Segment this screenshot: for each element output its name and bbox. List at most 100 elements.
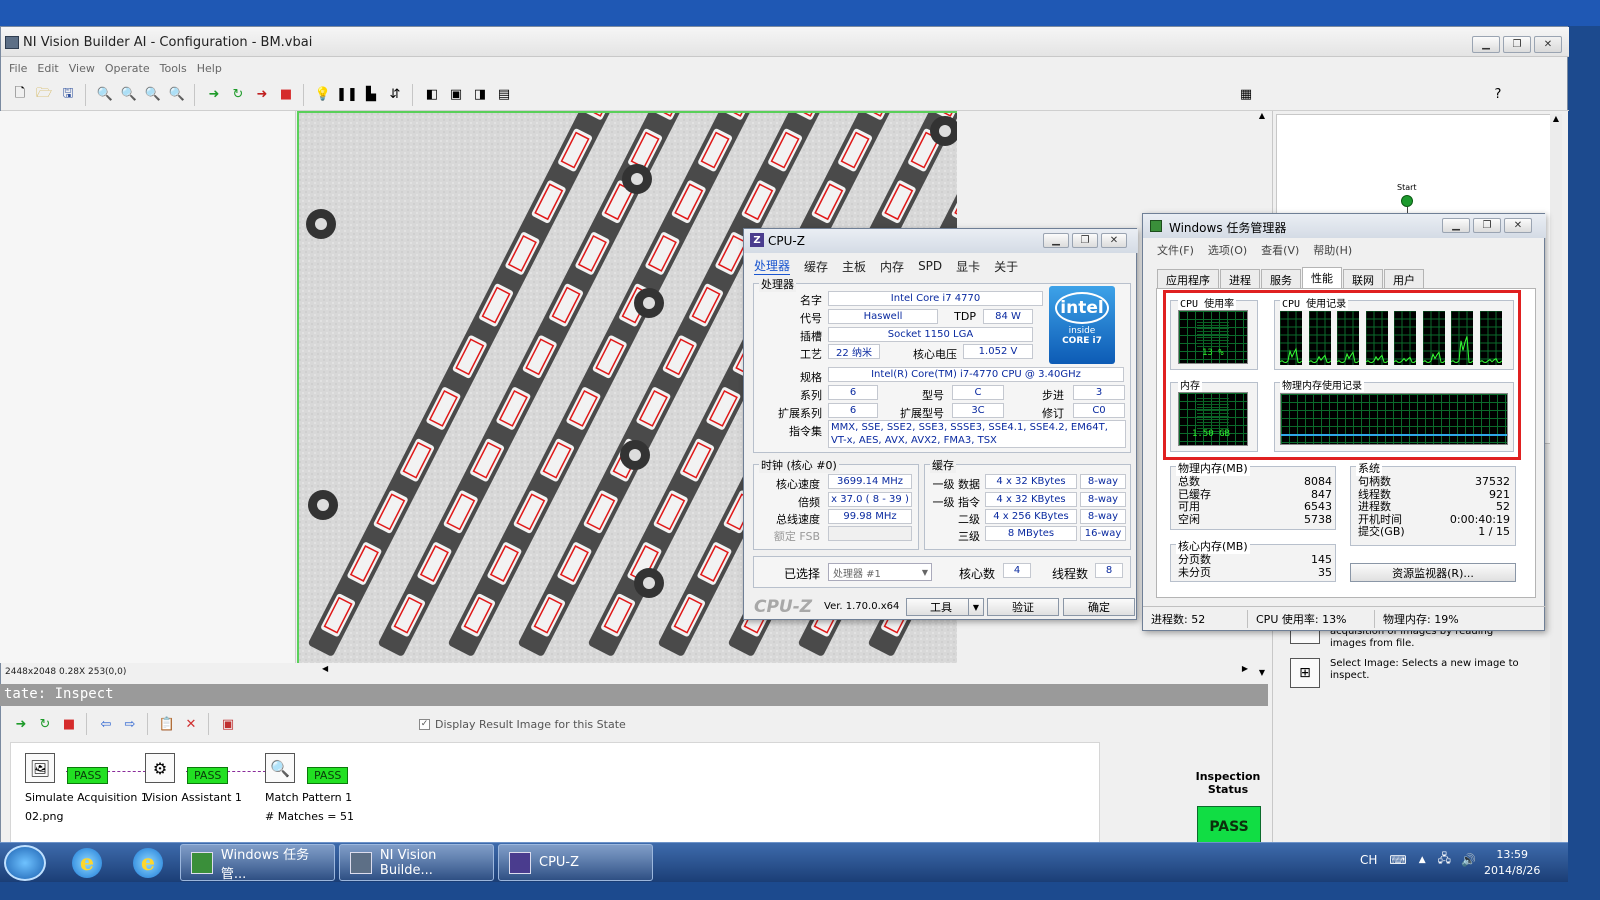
internet-explorer-icon[interactable]: e (72, 848, 102, 878)
internet-explorer-icon[interactable]: e (133, 848, 163, 878)
menu-help[interactable]: 帮助(H) (1313, 242, 1352, 258)
step-vision-assistant[interactable]: ⚙ PASS Vision Assistant 1 (145, 753, 242, 804)
scroll-left-icon[interactable]: ◀ (322, 664, 328, 673)
maximize-button[interactable]: ❐ (1473, 218, 1501, 233)
stop-icon[interactable]: ■ (275, 84, 297, 106)
histogram-icon[interactable]: ▙ (360, 84, 382, 106)
tab-mainboard[interactable]: 主板 (842, 258, 866, 275)
network-icon[interactable]: 🖧 (1438, 849, 1451, 870)
tab-services[interactable]: 服务 (1261, 268, 1301, 288)
close-button[interactable]: ✕ (1534, 35, 1562, 53)
menu-view[interactable]: View (69, 62, 95, 75)
display-result-checkbox[interactable]: ✓ Display Result Image for this State (419, 718, 626, 731)
zoom-1to1-icon[interactable]: 🔍 (142, 84, 164, 106)
l1-inst-value: 4 x 32 KBytes (985, 492, 1077, 507)
menu-file[interactable]: File (9, 62, 27, 75)
tab-processor[interactable]: 处理器 (754, 257, 791, 275)
task-manager-statusbar: 进程数: 52 CPU 使用率: 13% 物理内存: 19% (1143, 606, 1546, 630)
open-folder-icon[interactable]: 🗁 (33, 84, 55, 106)
scroll-up-icon[interactable]: ▲ (1550, 114, 1562, 123)
step-settings-icon[interactable]: ▣ (217, 713, 239, 735)
menu-view[interactable]: 查看(V) (1261, 242, 1299, 258)
save-icon[interactable]: 🖫 (57, 84, 79, 106)
tab-performance[interactable]: 性能 (1302, 266, 1342, 288)
scroll-up-icon[interactable]: ▲ (1256, 111, 1268, 120)
close-button[interactable]: ✕ (1504, 218, 1532, 233)
menu-tools[interactable]: Tools (160, 62, 187, 75)
minimize-button[interactable]: ▁ (1043, 233, 1069, 248)
image-settings-icon[interactable]: ▤ (493, 84, 515, 106)
tab-graphics[interactable]: 显卡 (956, 258, 980, 275)
tab-about[interactable]: 关于 (994, 258, 1018, 275)
layout-icon[interactable]: ▦ (1235, 84, 1257, 106)
processor-select[interactable]: 处理器 #1 ▼ (828, 563, 932, 581)
taskbar-task-taskmgr[interactable]: Windows 任务管... (180, 844, 335, 882)
volume-icon[interactable]: 🔊 (1461, 853, 1476, 867)
image-view-icon[interactable]: ▣ (445, 84, 467, 106)
menu-help[interactable]: Help (197, 62, 222, 75)
new-file-icon[interactable]: 🗋 (9, 84, 31, 106)
paste-step-icon[interactable]: 📋 (156, 713, 178, 735)
palette-title: Select Image: (1330, 658, 1399, 669)
ok-button[interactable]: 确定 (1063, 598, 1135, 616)
tab-applications[interactable]: 应用程序 (1157, 268, 1219, 288)
delete-step-icon[interactable]: ✕ (180, 713, 202, 735)
checkbox-checked-icon[interactable]: ✓ (419, 718, 430, 730)
right-pane-scrollbar[interactable]: ▲ (1550, 114, 1562, 854)
input-language[interactable]: CH (1360, 853, 1377, 867)
validate-button[interactable]: 验证 (987, 598, 1059, 616)
loop-state-icon[interactable]: ↻ (34, 713, 56, 735)
tab-users[interactable]: 用户 (1384, 268, 1424, 288)
taskbar-task-nvb[interactable]: NI Vision Builde... (339, 844, 494, 881)
close-button[interactable]: ✕ (1101, 233, 1127, 248)
cores-value: 4 (1003, 563, 1031, 578)
taskbar-task-cpuz[interactable]: CPU-Z (498, 844, 653, 881)
step-match-pattern[interactable]: 🔍 PASS Match Pattern 1 # Matches = 51 (265, 753, 354, 823)
menu-options[interactable]: 选项(O) (1208, 242, 1247, 258)
step-forward-icon[interactable]: ⇨ (119, 713, 141, 735)
menu-operate[interactable]: Operate (105, 62, 150, 75)
minimize-button[interactable]: ▁ (1472, 35, 1500, 53)
menu-file[interactable]: 文件(F) (1157, 242, 1194, 258)
minimize-button[interactable]: ▁ (1442, 218, 1470, 233)
clock[interactable]: 13:59 2014/8/26 (1484, 847, 1540, 879)
pause-icon[interactable]: ❚❚ (336, 84, 358, 106)
tools-dropdown-icon[interactable]: ▼ (968, 598, 984, 616)
tools-button[interactable]: 工具 (906, 598, 976, 616)
light-bulb-icon[interactable]: 💡 (312, 84, 334, 106)
maximize-button[interactable]: ❐ (1072, 233, 1098, 248)
vision-assistant-icon: ⚙ (145, 753, 175, 783)
image-next-icon[interactable]: ◨ (469, 84, 491, 106)
zoom-fit-icon[interactable]: 🔍 (166, 84, 188, 106)
run-step-icon[interactable]: ➜ (251, 84, 273, 106)
scroll-down-icon[interactable]: ▼ (1256, 668, 1268, 677)
run-continuous-icon[interactable]: ↻ (227, 84, 249, 106)
tab-memory[interactable]: 内存 (880, 258, 904, 275)
maximize-button[interactable]: ❐ (1503, 35, 1531, 53)
tdp-value: 84 W (983, 309, 1033, 324)
help-icon[interactable]: ? (1487, 84, 1509, 106)
image-prev-icon[interactable]: ◧ (421, 84, 443, 106)
flow-start-node[interactable] (1401, 195, 1413, 207)
menu-edit[interactable]: Edit (37, 62, 58, 75)
tab-networking[interactable]: 联网 (1343, 268, 1383, 288)
start-button[interactable] (4, 845, 46, 881)
probe-icon[interactable]: ⇵ (384, 84, 406, 106)
scroll-right-icon[interactable]: ▶ (1242, 664, 1248, 673)
tab-spd[interactable]: SPD (918, 259, 942, 273)
image-horizontal-scrollbar[interactable]: ◀ ▶ (320, 664, 1250, 676)
tab-processes[interactable]: 进程 (1220, 268, 1260, 288)
zoom-in-icon[interactable]: 🔍 (94, 84, 116, 106)
run-once-icon[interactable]: ➜ (203, 84, 225, 106)
step-simulate-acquisition[interactable]: 🖼 PASS Simulate Acquisition 1 02.png (25, 753, 148, 823)
stop-state-icon[interactable]: ■ (58, 713, 80, 735)
task-manager-title: Windows 任务管理器 (1169, 221, 1287, 235)
zoom-out-icon[interactable]: 🔍 (118, 84, 140, 106)
step-back-icon[interactable]: ⇦ (95, 713, 117, 735)
resource-monitor-button[interactable]: 资源监视器(R)... (1350, 563, 1516, 582)
tray-expand-icon[interactable]: ▲ (1419, 855, 1426, 865)
tab-cache[interactable]: 缓存 (804, 258, 828, 275)
chevron-down-icon[interactable]: ▼ (922, 568, 928, 577)
keyboard-icon[interactable]: ⌨ (1389, 853, 1406, 867)
run-state-icon[interactable]: ➜ (10, 713, 32, 735)
